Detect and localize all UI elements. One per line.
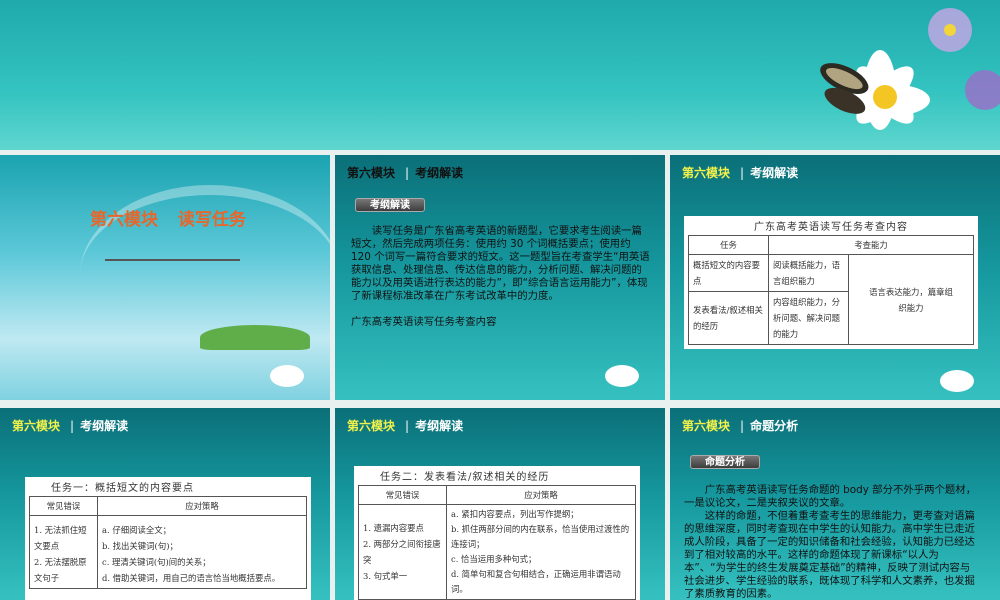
table-cell: 发表看法/叙述相关的经历 <box>688 291 769 345</box>
table-caption: 任务二：发表看法/叙述相关的经历 <box>380 472 550 483</box>
module-label: 第六模块 <box>12 419 61 433</box>
slide-4-thumbnail[interactable]: 第六模块 | 考纲解读 任务一：概括短文的内容要点 常见错误 应对策略 1. 无法抓住… <box>0 408 330 600</box>
error-item: 2. 两部分之间衔接唐突 <box>363 539 441 565</box>
module-label: 第六模块 <box>347 419 396 433</box>
error-item: 2. 无法摆脱原文句子 <box>34 557 87 583</box>
flower-butterfly-decoration-icon <box>820 8 1000 130</box>
island-decoration <box>200 325 310 350</box>
table-caption: 广东高考英语读写任务考查内容 <box>754 222 908 233</box>
col-header: 应对策略 <box>446 485 636 505</box>
section-label: 考纲解读 <box>415 166 464 180</box>
slide-3-thumbnail[interactable]: 第六模块 | 考纲解读 广东高考英语读写任务考查内容 任务 考查能力 概括短文的内容要… <box>670 155 1000 400</box>
strategy-item: a. 紧扣内容要点，列出写作提纲； <box>451 509 579 519</box>
task-two-table: 任务二：发表看法/叙述相关的经历 常见错误 应对策略 1. 遗漏内容要点 2. 两部… <box>354 466 640 600</box>
table-cell: 内容组织能力，分析问题、解决问题的能力 <box>768 291 849 345</box>
strategy-item: b. 抓住两部分间的内在联系，恰当使用过渡性的连接词； <box>451 524 630 549</box>
body-paragraph: 读写任务是广东省高考英语的新题型，它要求考生阅读一篇短文，然后完成两项任务：使用… <box>351 225 650 302</box>
flower-decoration-icon <box>270 365 304 387</box>
strategy-item: b. 找出关键词(句)； <box>102 541 178 551</box>
flower-decoration-icon <box>605 365 639 387</box>
strategy-item: d. 简单句和复合句相结合，正确运用非谓语动词。 <box>451 569 621 594</box>
col-header: 考查能力 <box>768 235 974 255</box>
section-label: 考纲解读 <box>80 419 129 433</box>
section-label: 考纲解读 <box>415 419 464 433</box>
slide-title-topic: 读写任务 <box>177 210 246 230</box>
section-pill: 命题分析 <box>690 455 760 469</box>
title-underline <box>105 259 240 261</box>
strategy-item: c. 理清关键词(句)间的关系； <box>102 557 211 567</box>
col-header: 常见错误 <box>358 485 447 505</box>
section-pill: 考纲解读 <box>355 198 425 212</box>
module-label: 第六模块 <box>347 166 396 180</box>
title-banner <box>0 0 1000 150</box>
strategy-item: a. 仔细阅读全文； <box>102 525 171 535</box>
slide-5-thumbnail[interactable]: 第六模块 | 考纲解读 任务二：发表看法/叙述相关的经历 常见错误 应对策略 1. 遗… <box>335 408 665 600</box>
slide-1-thumbnail[interactable]: 第六模块 读写任务 <box>0 155 330 400</box>
exam-content-table: 广东高考英语读写任务考查内容 任务 考查能力 概括短文的内容要点 阅读概括能力，语言… <box>684 216 978 349</box>
slide-6-thumbnail[interactable]: 第六模块 | 命题分析 命题分析 广东高考英语读写任务命题的 body 部分不外乎两… <box>670 408 1000 600</box>
error-item: 3. 句式单一 <box>363 571 408 581</box>
error-item: 1. 遗漏内容要点 <box>363 523 424 533</box>
table-cell: 阅读概括能力，语言组织能力 <box>768 254 849 292</box>
body-paragraph: 广东高考英语读写任务命题的 body 部分不外乎两个题材，一是议论文，二是夹叙夹… <box>684 484 977 509</box>
module-label: 第六模块 <box>682 166 731 180</box>
module-label: 第六模块 <box>682 419 731 433</box>
flower-decoration-icon <box>940 370 974 392</box>
col-header: 应对策略 <box>97 496 307 516</box>
section-label: 命题分析 <box>750 419 799 433</box>
col-header: 任务 <box>688 235 769 255</box>
slide-2-thumbnail[interactable]: 第六模块 | 考纲解读 考纲解读 读写任务是广东省高考英语的新题型，它要求考生阅读一… <box>335 155 665 400</box>
strategy-item: c. 恰当运用多种句式； <box>451 554 537 564</box>
table-cell: 概括短文的内容要点 <box>688 254 769 292</box>
table-caption: 任务一：概括短文的内容要点 <box>51 483 194 494</box>
col-header: 常见错误 <box>29 496 98 516</box>
section-label: 考纲解读 <box>750 166 799 180</box>
task-one-table: 任务一：概括短文的内容要点 常见错误 应对策略 1. 无法抓住短文要点 2. 无法摆… <box>25 477 311 600</box>
slide-title-module: 第六模块 <box>90 210 158 230</box>
strategy-item: d. 借助关键词，用自己的语言恰当地概括要点。 <box>102 573 281 583</box>
table-cell: 语言表达能力，篇章组织能力 <box>848 254 974 345</box>
trailing-line: 广东高考英语读写任务考查内容 <box>351 316 497 328</box>
error-item: 1. 无法抓住短文要点 <box>34 525 87 551</box>
body-paragraph: 这样的命题，不但着重考查考生的思维能力，更考查对语篇的思维深度，同时考查现在中学… <box>684 510 975 600</box>
